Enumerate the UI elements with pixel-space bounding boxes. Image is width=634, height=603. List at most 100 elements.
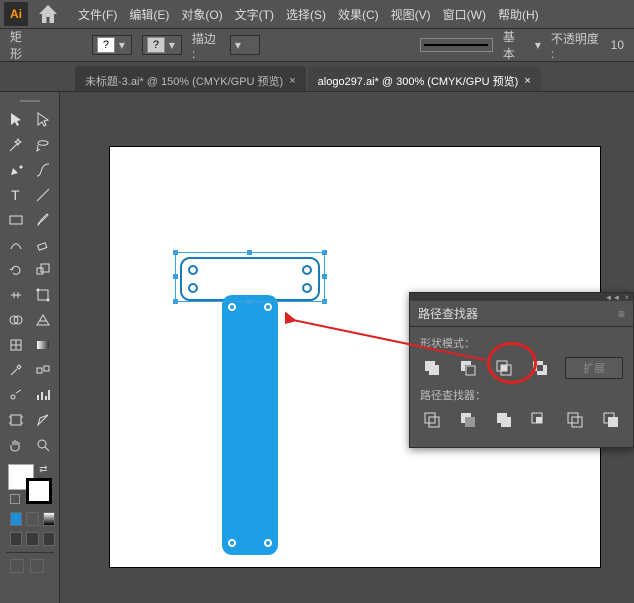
blend-tool[interactable] xyxy=(31,358,56,381)
close-icon[interactable]: × xyxy=(624,293,629,302)
selection-handle[interactable] xyxy=(173,274,178,279)
mesh-tool[interactable] xyxy=(4,333,29,356)
opacity-value[interactable]: 10 xyxy=(611,38,624,52)
canvas-area[interactable]: ◄◄ × 路径查找器 ≡ 形状模式： xyxy=(60,92,634,603)
selection-handle[interactable] xyxy=(173,299,178,304)
menu-select[interactable]: 选择(S) xyxy=(280,2,332,27)
eyedropper-tool[interactable] xyxy=(4,358,29,381)
selection-tool[interactable] xyxy=(4,108,29,131)
hand-tool[interactable] xyxy=(4,433,29,456)
width-tool[interactable] xyxy=(4,283,29,306)
unite-button[interactable] xyxy=(420,357,444,379)
trim-button[interactable] xyxy=(456,409,480,431)
stroke-swatch-dropdown[interactable]: ? ▾ xyxy=(142,35,182,55)
menu-view[interactable]: 视图(V) xyxy=(385,2,437,27)
opacity-label: 不透明度 : xyxy=(551,30,601,61)
chevron-down-icon: ▾ xyxy=(119,38,125,52)
scale-tool[interactable] xyxy=(31,258,56,281)
menu-effect[interactable]: 效果(C) xyxy=(332,2,385,27)
default-fill-stroke-icon[interactable] xyxy=(10,494,20,504)
direct-selection-tool[interactable] xyxy=(31,108,56,131)
app-logo: Ai xyxy=(4,2,28,26)
crop-button[interactable] xyxy=(527,409,551,431)
fill-stroke-control[interactable]: ⇄ xyxy=(8,464,52,504)
gradient-tool[interactable] xyxy=(31,333,56,356)
screen-mode-row xyxy=(10,559,55,573)
type-tool[interactable]: T xyxy=(4,183,29,206)
rectangle-tool[interactable] xyxy=(4,208,29,231)
stroke-color-box[interactable] xyxy=(26,478,52,504)
document-tab[interactable]: alogo297.ai* @ 300% (CMYK/GPU 预览) × xyxy=(308,66,541,91)
artwork-handle-shape[interactable] xyxy=(222,295,278,555)
menu-object[interactable]: 对象(O) xyxy=(175,2,228,27)
column-graph-tool[interactable] xyxy=(31,383,56,406)
document-tab-bar: 未标题-3.ai* @ 150% (CMYK/GPU 预览) × alogo29… xyxy=(0,62,634,92)
shape-mode-label: 形状模式： xyxy=(420,335,623,351)
fill-swatch-dropdown[interactable]: ? ▾ xyxy=(92,35,132,55)
free-transform-tool[interactable] xyxy=(31,283,56,306)
zoom-tool[interactable] xyxy=(31,433,56,456)
separator xyxy=(6,552,54,553)
shaper-tool[interactable] xyxy=(4,233,29,256)
selection-handle[interactable] xyxy=(322,274,327,279)
menu-edit[interactable]: 编辑(E) xyxy=(123,2,175,27)
svg-text:T: T xyxy=(11,187,20,203)
selection-handle[interactable] xyxy=(322,299,327,304)
line-tool[interactable] xyxy=(31,183,56,206)
chevron-down-icon[interactable]: ▾ xyxy=(535,38,541,52)
slice-tool[interactable] xyxy=(31,408,56,431)
document-tab[interactable]: 未标题-3.ai* @ 150% (CMYK/GPU 预览) × xyxy=(75,66,306,91)
perspective-tool[interactable] xyxy=(31,308,56,331)
minus-front-button[interactable] xyxy=(456,357,480,379)
shape-builder-tool[interactable] xyxy=(4,308,29,331)
lasso-tool[interactable] xyxy=(31,133,56,156)
menu-help[interactable]: 帮助(H) xyxy=(492,2,545,27)
artboard-tool[interactable] xyxy=(4,408,29,431)
menu-file[interactable]: 文件(F) xyxy=(72,2,123,27)
color-swatch[interactable] xyxy=(10,512,22,526)
screen-mode-icon[interactable] xyxy=(10,559,24,573)
divide-button[interactable] xyxy=(420,409,444,431)
collapse-icon[interactable]: ◄◄ xyxy=(604,293,620,302)
menu-type[interactable]: 文字(T) xyxy=(229,2,280,27)
panel-handle[interactable]: ◄◄ × xyxy=(410,293,633,301)
exclude-button[interactable] xyxy=(528,357,552,379)
expand-button[interactable]: 扩展 xyxy=(565,357,623,379)
menu-window[interactable]: 窗口(W) xyxy=(437,2,492,27)
gradient-swatch[interactable] xyxy=(26,512,38,526)
close-icon[interactable]: × xyxy=(524,75,530,87)
eraser-tool[interactable] xyxy=(31,233,56,256)
selection-handle[interactable] xyxy=(247,250,252,255)
draw-behind-icon[interactable] xyxy=(26,532,38,546)
panel-menu-icon[interactable]: ≡ xyxy=(618,307,625,321)
close-icon[interactable]: × xyxy=(289,75,295,87)
current-tool-name: 矩形 xyxy=(10,28,32,62)
minus-back-button[interactable] xyxy=(599,409,623,431)
outline-button[interactable] xyxy=(563,409,587,431)
draw-inside-icon[interactable] xyxy=(43,532,55,546)
symbol-sprayer-tool[interactable] xyxy=(4,383,29,406)
basic-label: 基本 xyxy=(503,28,525,62)
menubar: Ai 文件(F) 编辑(E) 对象(O) 文字(T) 选择(S) 效果(C) 视… xyxy=(0,0,634,28)
selection-handle[interactable] xyxy=(173,250,178,255)
none-swatch[interactable] xyxy=(43,512,55,526)
home-icon-button[interactable] xyxy=(36,2,60,26)
stroke-weight-dropdown[interactable]: ▾ xyxy=(230,35,260,55)
swap-fill-stroke-icon[interactable]: ⇄ xyxy=(39,464,47,475)
pen-tool[interactable] xyxy=(4,158,29,181)
magic-wand-tool[interactable] xyxy=(4,133,29,156)
paintbrush-tool[interactable] xyxy=(31,208,56,231)
rivet-circle-icon xyxy=(188,283,198,293)
draw-normal-icon[interactable] xyxy=(10,532,22,546)
rotate-tool[interactable] xyxy=(4,258,29,281)
intersect-button[interactable] xyxy=(492,357,516,379)
merge-button[interactable] xyxy=(492,409,516,431)
selection-handle[interactable] xyxy=(322,250,327,255)
brush-stroke-preview[interactable] xyxy=(420,38,493,52)
panel-grip-icon[interactable] xyxy=(4,98,55,104)
rivet-circle-icon xyxy=(264,539,272,547)
home-icon xyxy=(36,2,60,26)
curvature-tool[interactable] xyxy=(31,158,56,181)
rivet-circle-icon xyxy=(228,303,236,311)
screen-mode-icon[interactable] xyxy=(30,559,44,573)
